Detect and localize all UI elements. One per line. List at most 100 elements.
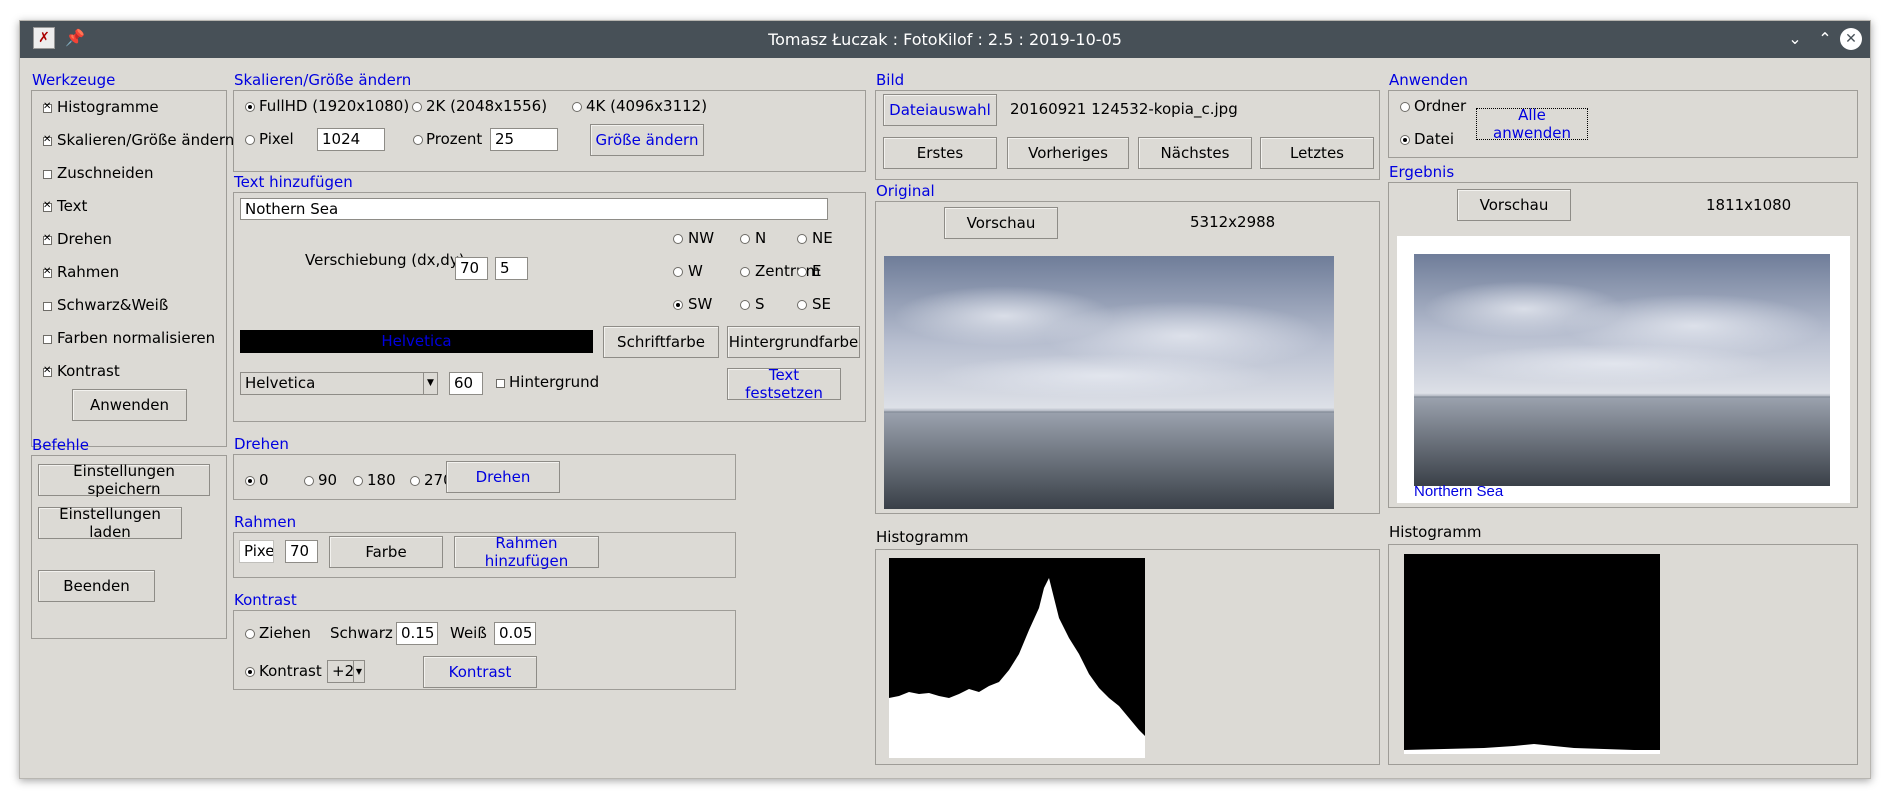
tool-checkbox[interactable]: [43, 134, 52, 146]
bg-color-button[interactable]: Hintergrundfarbe: [727, 326, 860, 358]
background-checkbox[interactable]: [496, 379, 505, 388]
resize-title: Skalieren/Größe ändern: [234, 71, 412, 89]
window-title: Tomasz Łuczak : FotoKilof : 2.5 : 2019-1…: [768, 30, 1122, 49]
resize-percent-input[interactable]: 25: [490, 128, 558, 151]
close-icon[interactable]: ✕: [1840, 28, 1862, 50]
apply-all-button[interactable]: Alle anwenden: [1476, 106, 1588, 142]
resize-percent-radio[interactable]: [413, 135, 423, 145]
position-label: N: [755, 229, 767, 247]
position-radio[interactable]: [797, 300, 807, 310]
tool-label: Text: [57, 197, 88, 215]
resize-2k-radio[interactable]: [412, 102, 422, 112]
first-button[interactable]: Erstes: [883, 137, 997, 169]
resize-4k-radio[interactable]: [572, 102, 582, 112]
position-radio[interactable]: [740, 267, 750, 277]
position-radio[interactable]: [673, 234, 683, 244]
tool-checkbox[interactable]: [43, 266, 52, 278]
rotate-radio[interactable]: [245, 476, 255, 486]
position-label: W: [688, 262, 703, 280]
stretch-radio[interactable]: [245, 629, 255, 639]
resize-button[interactable]: Größe ändern: [590, 124, 704, 156]
folder-radio[interactable]: [1400, 102, 1410, 112]
contrast-button[interactable]: Kontrast: [423, 656, 537, 688]
result-preview-button[interactable]: Vorschau: [1457, 189, 1571, 221]
font-color-button[interactable]: Schriftfarbe: [603, 326, 719, 358]
result-image-frame: Northern Sea: [1397, 236, 1850, 503]
contrast-radio[interactable]: [245, 667, 255, 677]
position-label: NE: [812, 229, 833, 247]
resize-fullhd-radio[interactable]: [245, 102, 255, 112]
text-input[interactable]: Nothern Sea: [240, 198, 828, 220]
tool-checkbox[interactable]: [43, 101, 52, 113]
maximize-icon[interactable]: ⌃: [1813, 27, 1837, 51]
rotate-button[interactable]: Drehen: [446, 461, 560, 493]
set-text-button[interactable]: Text festsetzen: [727, 366, 841, 402]
load-settings-button[interactable]: Einstellungen laden: [38, 505, 182, 541]
position-label: NW: [688, 229, 715, 247]
add-border-button[interactable]: Rahmen hinzufügen: [454, 534, 599, 570]
minimize-icon[interactable]: ⌄: [1783, 27, 1807, 51]
font-size-input[interactable]: 60: [449, 372, 483, 395]
next-button[interactable]: Nächstes: [1138, 137, 1252, 169]
original-preview-button[interactable]: Vorschau: [944, 207, 1058, 239]
border-title: Rahmen: [234, 513, 297, 531]
tool-checkbox[interactable]: [43, 365, 52, 377]
contrast-select-value: +2: [332, 662, 355, 680]
tool-label: Farben normalisieren: [57, 329, 216, 347]
tool-checkbox[interactable]: [43, 335, 52, 344]
border-color-button[interactable]: Farbe: [329, 536, 443, 568]
chevron-down-icon[interactable]: ▼: [353, 661, 364, 682]
offset-dy-input[interactable]: 5: [495, 257, 528, 280]
position-label: S: [755, 295, 765, 313]
file-select-button[interactable]: Dateiauswahl: [883, 94, 997, 126]
rotate-label: 90: [318, 471, 338, 489]
stretch-label: Ziehen: [259, 624, 311, 642]
previous-button[interactable]: Vorheriges: [1007, 137, 1129, 169]
text-title: Text hinzufügen: [234, 173, 353, 191]
result-histogram-title: Histogramm: [1389, 523, 1482, 541]
contrast-select[interactable]: +2 ▼: [327, 660, 365, 683]
position-label: SE: [812, 295, 831, 313]
position-radio[interactable]: [673, 267, 683, 277]
resize-pixel-radio[interactable]: [245, 135, 255, 145]
save-settings-button[interactable]: Einstellungen speichern: [38, 462, 210, 498]
border-pixel-input[interactable]: 70: [285, 540, 318, 563]
resize-2k-label: 2K (2048x1556): [426, 97, 548, 115]
original-histogram-title: Histogramm: [876, 528, 969, 546]
position-radio[interactable]: [797, 234, 807, 244]
tool-checkbox[interactable]: [43, 200, 52, 212]
position-radio[interactable]: [740, 300, 750, 310]
tool-checkbox[interactable]: [43, 233, 52, 245]
exit-button[interactable]: Beenden: [38, 570, 155, 602]
position-radio[interactable]: [797, 267, 807, 277]
file-radio[interactable]: [1400, 135, 1410, 145]
tools-apply-button[interactable]: Anwenden: [72, 389, 187, 421]
chevron-down-icon[interactable]: ▼: [423, 373, 437, 394]
offset-label: Verschiebung (dx,dy): [305, 251, 465, 269]
tool-checkbox[interactable]: [43, 170, 52, 179]
tool-checkbox[interactable]: [43, 302, 52, 311]
rotate-radio[interactable]: [304, 476, 314, 486]
resize-pixel-label: Pixel: [259, 130, 294, 148]
position-radio[interactable]: [673, 300, 683, 310]
rotate-radio[interactable]: [410, 476, 420, 486]
filename-label: 20160921 124532-kopia_c.jpg: [1010, 100, 1238, 118]
contrast-label: Kontrast: [259, 662, 322, 680]
rotate-radio[interactable]: [353, 476, 363, 486]
tool-label: Rahmen: [57, 263, 120, 281]
last-button[interactable]: Letztes: [1260, 137, 1374, 169]
font-select[interactable]: Helvetica ▼: [240, 372, 438, 395]
tool-label: Kontrast: [57, 362, 120, 380]
offset-dx-input[interactable]: 70: [455, 257, 488, 280]
tool-label: Zuschneiden: [57, 164, 154, 182]
position-radio[interactable]: [740, 234, 750, 244]
result-image: [1414, 254, 1830, 486]
black-input[interactable]: 0.15: [396, 622, 438, 645]
resize-pixel-input[interactable]: 1024: [317, 128, 385, 151]
black-label: Schwarz: [330, 624, 393, 642]
result-size-label: 1811x1080: [1706, 196, 1792, 214]
border-pixel-label: Pixel: [239, 540, 274, 563]
original-image: [884, 256, 1334, 509]
position-label: E: [812, 262, 822, 280]
white-input[interactable]: 0.05: [494, 622, 536, 645]
